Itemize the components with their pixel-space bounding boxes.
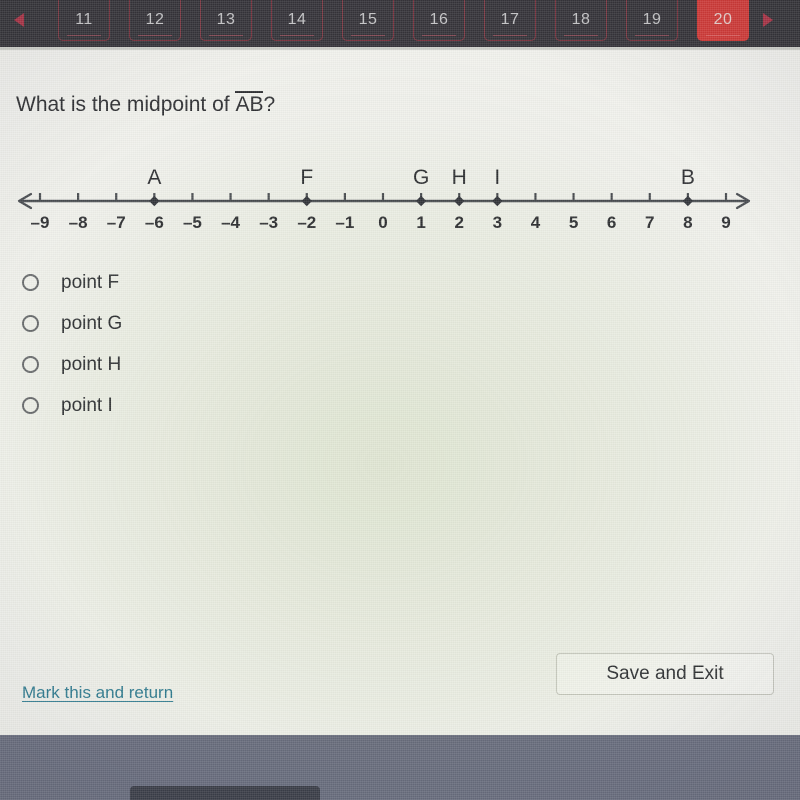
axis-tick-label: 9 [721, 213, 730, 232]
axis-tick-label: –1 [335, 213, 354, 232]
previous-page-arrow-icon[interactable] [0, 0, 38, 40]
axis-tick-label: 3 [493, 213, 502, 232]
number-line-figure: –9 –8 –7 –6 –5 –4 –3 –2 –1 0 1 2 3 4 5 6 7 8 9 A F G H I B [0, 157, 800, 247]
answer-choice-point-g[interactable]: point G [22, 303, 122, 344]
tab-11[interactable]: 11 [58, 0, 110, 41]
answer-choice-point-f[interactable]: point F [22, 262, 122, 303]
point-label-F: F [300, 166, 313, 189]
radio-button-icon[interactable] [22, 274, 39, 291]
axis-tick-label: 8 [683, 213, 692, 232]
axis-tick-label: –3 [259, 213, 278, 232]
radio-button-icon[interactable] [22, 315, 39, 332]
answer-choice-point-h[interactable]: point H [22, 344, 122, 385]
axis-tick-label: 0 [378, 213, 387, 232]
point-marker-F [301, 195, 312, 207]
tab-list: 11 12 13 14 15 16 17 18 19 20 [58, 0, 749, 41]
question-content-panel: What is the midpoint of AB? –9 –8 –7 –6 –5 –4… [0, 47, 800, 735]
tab-19[interactable]: 19 [626, 0, 678, 41]
tab-14[interactable]: 14 [271, 0, 323, 41]
point-marker-A [149, 195, 160, 207]
point-marker-I [492, 195, 503, 207]
radio-button-icon[interactable] [22, 356, 39, 373]
tab-label: 11 [75, 11, 93, 28]
bottom-popup-bar [130, 786, 320, 800]
desktop-background-strip [0, 735, 800, 800]
tab-13[interactable]: 13 [200, 0, 252, 41]
answer-choice-label: point I [61, 394, 113, 416]
question-footer: Mark this and return Save and Exit [0, 645, 800, 735]
next-page-arrow-icon[interactable] [749, 0, 787, 40]
answer-choice-label: point H [61, 353, 122, 375]
tab-strip: 11 12 13 14 15 16 17 18 19 20 [0, 0, 800, 47]
point-label-I: I [494, 166, 500, 189]
axis-tick-label: –2 [297, 213, 316, 232]
axis-tick-label: –4 [221, 213, 240, 232]
tab-label: 14 [287, 11, 307, 28]
point-marker-H [454, 195, 465, 207]
point-label-H: H [452, 166, 467, 189]
tab-label: 19 [642, 11, 662, 28]
tab-20[interactable]: 20 [697, 0, 749, 41]
segment-ab-label: AB [235, 91, 264, 116]
axis-tick-label: 6 [607, 213, 616, 232]
axis-tick-label: –5 [183, 213, 202, 232]
point-marker-B [682, 195, 694, 207]
save-and-exit-button[interactable]: Save and Exit [556, 653, 774, 695]
question-text-before: What is the midpoint of [16, 93, 236, 116]
tab-12[interactable]: 12 [129, 0, 181, 41]
axis-tick-label: 2 [454, 213, 463, 232]
radio-button-icon[interactable] [22, 397, 39, 414]
question-tab-bar: 11 12 13 14 15 16 17 18 19 20 [0, 0, 800, 47]
axis-tick-label: 1 [416, 213, 425, 232]
tab-label: 18 [571, 11, 591, 28]
tab-label: 16 [429, 11, 449, 28]
answer-choice-label: point G [61, 312, 123, 334]
tab-15[interactable]: 15 [342, 0, 394, 41]
tab-17[interactable]: 17 [484, 0, 536, 41]
point-label-G: G [413, 166, 429, 189]
axis-tick-label: –7 [107, 213, 126, 232]
number-line-svg: –9 –8 –7 –6 –5 –4 –3 –2 –1 0 1 2 3 4 5 6 7 8 9 A F G H I B [17, 166, 751, 232]
axis-tick-label: –9 [31, 213, 50, 232]
axis-tick-label: –8 [69, 213, 88, 232]
answer-choice-point-i[interactable]: point I [22, 385, 122, 426]
point-label-A: A [147, 166, 161, 189]
axis-tick-label: 4 [531, 213, 541, 232]
tab-label: 13 [216, 11, 236, 28]
tab-label: 12 [145, 11, 165, 28]
question-prompt: What is the midpoint of AB? [16, 91, 275, 117]
tab-label: 20 [713, 11, 733, 28]
left-triangle-glyph [14, 13, 24, 27]
axis-tick-label: 5 [569, 213, 578, 232]
screenshot-root: 11 12 13 14 15 16 17 18 19 20 What is the midpoin… [0, 0, 800, 800]
point-label-B: B [681, 166, 695, 189]
point-marker-G [415, 195, 427, 207]
tab-label: 17 [500, 11, 520, 28]
axis-tick-label: –6 [145, 213, 164, 232]
tab-16[interactable]: 16 [413, 0, 465, 41]
answer-choice-label: point F [61, 271, 120, 293]
content-inner: What is the midpoint of AB? –9 –8 –7 –6 –5 –4… [0, 47, 800, 735]
tab-label: 15 [358, 11, 378, 28]
right-triangle-glyph [763, 13, 773, 27]
axis-tick-label: 7 [645, 213, 654, 232]
content-top-edge [0, 47, 800, 50]
tab-18[interactable]: 18 [555, 0, 607, 41]
mark-this-and-return-link[interactable]: Mark this and return [22, 683, 173, 703]
question-text-after: ? [263, 93, 276, 116]
answer-choice-list: point F point G point H point I [22, 262, 122, 426]
